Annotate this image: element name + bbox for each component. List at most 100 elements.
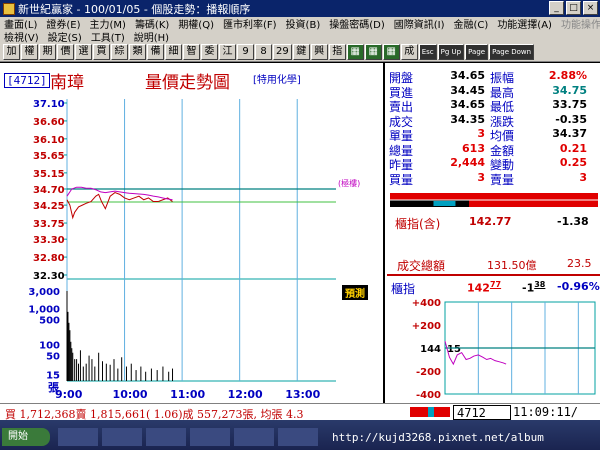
index-mini-pct: -0.96%	[557, 280, 600, 293]
quote-label: 買量	[389, 172, 414, 187]
tb-rise[interactable]: 興	[310, 44, 328, 60]
menu-international[interactable]: 國際資訊(I)	[394, 16, 445, 31]
tb-page[interactable]: Page	[465, 44, 489, 60]
taskbar-item-2[interactable]	[102, 428, 142, 446]
tb-index[interactable]: 指	[328, 44, 346, 60]
menu-invest[interactable]: 投資(B)	[286, 16, 321, 31]
quote-value: 34.35	[450, 112, 485, 126]
turnover-change: 23.5	[567, 257, 592, 270]
tb-9[interactable]: 9	[237, 44, 254, 60]
tb-buy[interactable]: 買	[93, 44, 110, 60]
price-tick-label: 32.30	[33, 271, 65, 282]
tb-pgdown[interactable]: Page Down	[489, 44, 535, 60]
chart-panel: [4712] 南璋 量價走勢圖 [特用化學] 9:00 10:00 11:00 12:…	[0, 63, 385, 403]
tb-deal[interactable]: 成	[400, 44, 418, 60]
window-title: 新世紀贏家 - 100/01/05 - 個股走勢：播報順序	[18, 2, 251, 16]
mini-y-tick-label: -400	[416, 390, 441, 401]
tb-detail[interactable]: 細	[165, 44, 182, 60]
tb-8[interactable]: 8	[255, 44, 272, 60]
taskbar-item-5[interactable]	[234, 428, 274, 446]
mini-y-tick-label: 144	[420, 344, 441, 355]
tb-order[interactable]: 委	[201, 44, 218, 60]
mini-y-tick-label: +200	[412, 321, 441, 332]
index-summary-row: 櫃指(含) 142.77 -1.38	[387, 213, 600, 231]
tb-pgup[interactable]: Pg Up	[437, 44, 465, 60]
price-tick-label: 37.10	[33, 99, 65, 110]
tb-composite[interactable]: 綜	[111, 44, 128, 60]
menu-function-select[interactable]: 功能選擇(A)	[497, 16, 552, 31]
app-icon	[3, 2, 15, 15]
volume-tick-label: 15	[46, 371, 60, 382]
window-titlebar: 新世紀贏家 - 100/01/05 - 個股走勢：播報順序 _ □ ×	[0, 0, 600, 17]
turnover-row: 成交總額 131.50億 23.5	[387, 256, 600, 273]
tb-grid-1[interactable]: ▦	[346, 44, 364, 60]
bid-fill	[390, 200, 470, 207]
tb-key[interactable]: 鍵	[292, 44, 310, 60]
turnover-label: 成交總額	[397, 259, 446, 273]
x-tick-label: 13:00	[285, 388, 320, 401]
volume-tick-label: 3,000	[28, 287, 60, 298]
index-mini-chart[interactable]: +400 +200 144 -200 -400 15	[387, 294, 600, 404]
mini-y-tick-label: -200	[416, 367, 441, 378]
menu-finance[interactable]: 金融(C)	[454, 16, 489, 31]
menu-futures[interactable]: 期權(Q)	[178, 16, 214, 31]
taskbar-item-3[interactable]	[146, 428, 186, 446]
status-code-input[interactable]: 4712	[453, 405, 511, 420]
index-mini-change: -138	[522, 280, 546, 295]
tb-river[interactable]: 江	[219, 44, 236, 60]
tb-select[interactable]: 選	[75, 44, 92, 60]
menu-view[interactable]: 檢視(V)	[4, 29, 39, 44]
menu-row-2: 檢視(V) 設定(S) 工具(T) 說明(H)	[0, 29, 600, 44]
close-button[interactable]: ×	[583, 1, 598, 15]
volume-tick-label: 100	[39, 341, 60, 352]
x-tick-label: 10:00	[113, 388, 148, 401]
maximize-button[interactable]: □	[566, 1, 581, 15]
start-button[interactable]: 開始	[2, 428, 50, 446]
quote-label: 賣量	[490, 172, 515, 187]
tb-add[interactable]: 加	[3, 44, 20, 60]
quote-value: 34.37	[552, 127, 587, 140]
price-tick-label: 33.75	[33, 219, 65, 230]
volume-tick-label: 1,000	[28, 304, 60, 315]
menu-forex[interactable]: 匯市利率(F)	[223, 16, 277, 31]
watermark-url: http://kujd3268.pixnet.net/album	[332, 431, 544, 444]
menu-tools[interactable]: 工具(T)	[91, 29, 125, 44]
volume-unit-label: 張	[48, 381, 60, 394]
x-tick-label: 11:00	[170, 388, 205, 401]
bid-marker	[433, 201, 456, 206]
menu-trading-code[interactable]: 操盤密碼(D)	[329, 16, 385, 31]
taskbar-item-4[interactable]	[190, 428, 230, 446]
minimize-button[interactable]: _	[549, 1, 564, 15]
taskbar: 開始 http://kujd3268.pixnet.net/album	[0, 420, 600, 450]
price-volume-chart[interactable]: 9:00 10:00 11:00 12:00 13:00 37.10 36.60 36.10 3…	[0, 63, 383, 403]
tb-esc[interactable]: Esc	[418, 44, 437, 60]
price-tick-label: 35.65	[33, 151, 65, 162]
index-summary-label: 櫃指(含)	[395, 217, 441, 231]
menu-settings[interactable]: 設定(S)	[48, 29, 82, 44]
tb-29[interactable]: 29	[273, 44, 292, 60]
mini-ref-label: 15	[447, 344, 461, 355]
price-tick-label: 34.25	[33, 201, 65, 212]
tb-smart[interactable]: 智	[183, 44, 200, 60]
quote-value: 34.45	[450, 83, 485, 97]
forecast-tag[interactable]: 預測	[342, 285, 368, 300]
menu-help[interactable]: 說明(H)	[134, 29, 169, 44]
tb-standby[interactable]: 備	[147, 44, 164, 60]
tb-futures[interactable]: 期	[39, 44, 56, 60]
tb-category[interactable]: 類	[129, 44, 146, 60]
quote-value: 34.65	[450, 69, 485, 82]
price-tick-label: 34.70	[33, 185, 65, 196]
quote-value: 2,444	[450, 156, 485, 169]
reference-tag: (極樓)	[338, 179, 361, 188]
taskbar-item-1[interactable]	[58, 428, 98, 446]
turnover-value: 131.50億	[487, 259, 537, 272]
tb-weighted[interactable]: 權	[21, 44, 38, 60]
quote-value: 613	[462, 141, 485, 155]
tb-price[interactable]: 價	[57, 44, 74, 60]
status-bar: 買 1,712,368賣 1,815,661( 1.06)成 557,273張,…	[0, 403, 600, 421]
tb-grid-2[interactable]: ▦	[364, 44, 382, 60]
taskbar-item-6[interactable]	[278, 428, 318, 446]
tb-grid-3[interactable]: ▦	[382, 44, 400, 60]
quote-row: 昨量 2,444 變動 0.25	[387, 156, 600, 172]
menu-function-operate[interactable]: 功能操作(D)	[561, 16, 600, 31]
